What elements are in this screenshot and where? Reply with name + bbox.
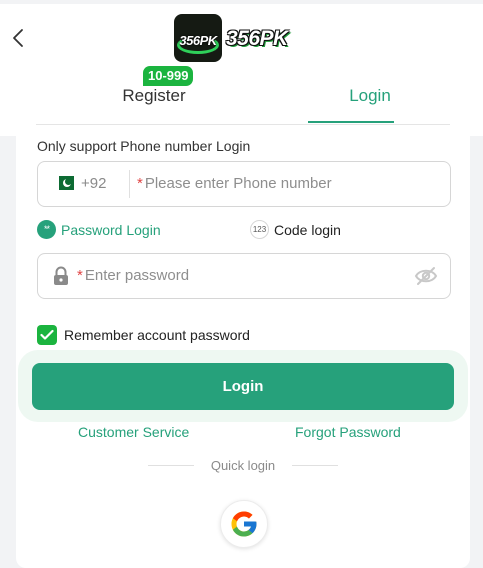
tab-login-label: Login: [349, 86, 391, 105]
google-login-button[interactable]: [220, 500, 268, 548]
brand-logo: 356PK 356PK: [174, 14, 314, 62]
eye-off-icon[interactable]: [414, 266, 438, 286]
quick-login-divider: Quick login: [16, 458, 470, 476]
password-placeholder-text: Enter password: [84, 267, 190, 284]
code-login-label: Code login: [274, 221, 341, 238]
tab-register-label: Register: [122, 86, 186, 105]
password-input[interactable]: * Enter password: [37, 253, 451, 299]
country-code[interactable]: +92: [81, 175, 106, 192]
login-card: Register 10-999 Login Only support Phone…: [16, 66, 470, 568]
register-bonus-badge: 10-999: [143, 66, 194, 86]
remember-password-checkbox[interactable]: Remember account password: [37, 325, 250, 345]
forgot-password-link[interactable]: Forgot Password: [295, 424, 401, 440]
password-placeholder: * Enter password: [77, 267, 189, 285]
lock-icon: [54, 266, 68, 285]
login-method-selector: ** Password Login 123 Code login: [37, 220, 449, 242]
phone-placeholder-text: Please enter Phone number: [144, 175, 332, 192]
code-login-option[interactable]: 123 Code login: [250, 220, 341, 239]
customer-service-link[interactable]: Customer Service: [78, 424, 189, 440]
password-login-option[interactable]: ** Password Login: [37, 220, 161, 239]
pakistan-flag-icon: [54, 176, 74, 190]
quick-login-label: Quick login: [210, 458, 276, 473]
tab-login[interactable]: Login: [300, 86, 440, 106]
top-edge: [0, 0, 483, 4]
chevron-left-icon: [13, 29, 23, 47]
login-hint: Only support Phone number Login: [37, 138, 251, 154]
back-button[interactable]: [8, 26, 28, 50]
checkbox-checked-icon[interactable]: [37, 325, 57, 345]
auth-tabs: Register 10-999 Login: [36, 66, 450, 125]
google-icon: [231, 511, 257, 537]
login-button[interactable]: Login: [32, 363, 454, 410]
phone-placeholder: * Please enter Phone number: [137, 175, 332, 193]
divider: [129, 170, 130, 198]
password-login-label: Password Login: [61, 221, 161, 238]
phone-input[interactable]: +92 * Please enter Phone number: [37, 161, 451, 207]
remember-password-label: Remember account password: [64, 327, 250, 343]
active-tab-indicator: [308, 121, 394, 123]
checkmark-icon: [40, 329, 54, 340]
password-dots-icon: **: [37, 220, 56, 239]
logo-app-icon: 356PK: [174, 14, 222, 62]
required-mark: *: [77, 267, 83, 284]
logo-icon-text: 356PK: [179, 33, 217, 48]
logo-wordmark: 356PK: [226, 27, 288, 50]
required-mark: *: [137, 175, 143, 192]
numeric-code-icon: 123: [250, 220, 269, 239]
tab-register[interactable]: Register: [84, 86, 224, 106]
